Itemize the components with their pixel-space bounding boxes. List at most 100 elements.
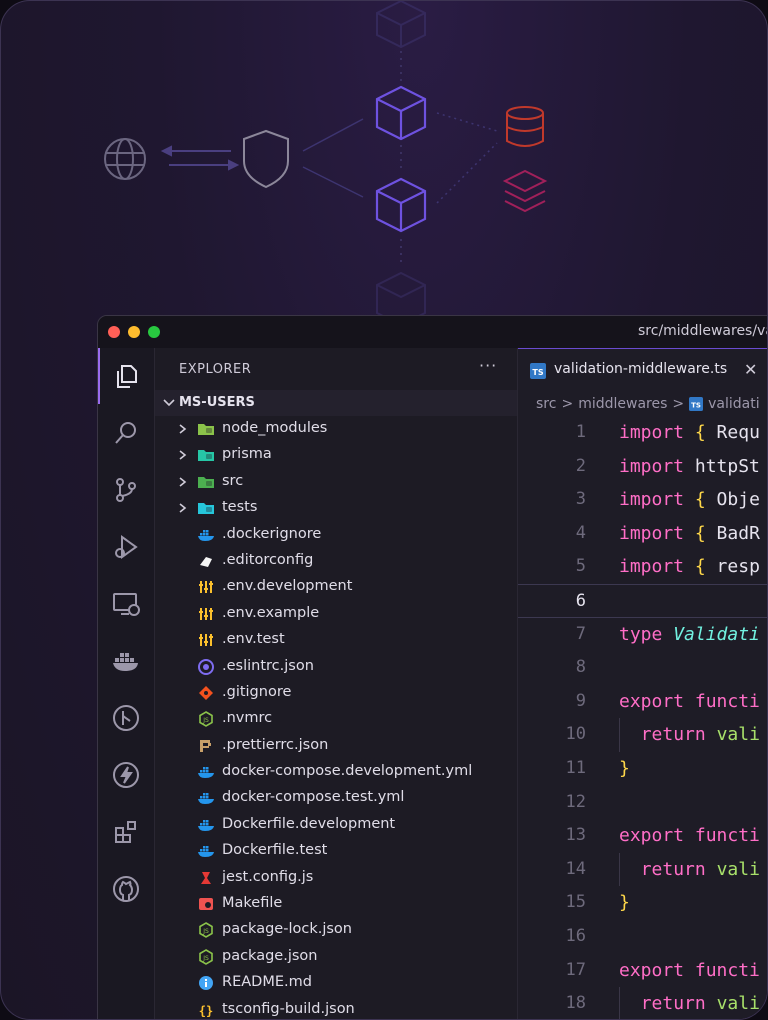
file-item[interactable]: JS package-lock.json: [155, 917, 517, 943]
docker-icon: [197, 789, 215, 807]
line-number: 6: [575, 590, 586, 611]
folder-item[interactable]: prisma: [155, 442, 517, 468]
code-token: export: [619, 690, 685, 712]
thunder-client-icon[interactable]: [98, 747, 154, 803]
code-token: BadR: [705, 522, 760, 544]
code-token: httpSt: [684, 455, 760, 477]
code-line[interactable]: 13 export functi: [518, 819, 767, 853]
jest-icon: [197, 869, 215, 887]
bidirectional-arrows: [160, 145, 240, 171]
nodejs-icon: JS: [197, 710, 215, 728]
file-item[interactable]: docker-compose.test.yml: [155, 785, 517, 811]
file-item[interactable]: .gitignore: [155, 680, 517, 706]
extensions-icon[interactable]: [98, 804, 154, 860]
code-token: }: [619, 757, 630, 779]
node-folder-icon: [197, 420, 215, 438]
code-line[interactable]: 9 export functi: [518, 685, 767, 719]
breadcrumb-middlewares[interactable]: middlewares: [578, 396, 667, 412]
info-icon: [197, 974, 215, 992]
explorer-icon[interactable]: [98, 348, 154, 404]
code-line[interactable]: 3 import { Obje: [518, 483, 767, 517]
file-item[interactable]: .eslintrc.json: [155, 654, 517, 680]
tsconfig-icon: {}: [197, 1001, 215, 1019]
file-item[interactable]: README.md: [155, 970, 517, 996]
search-icon[interactable]: [98, 405, 154, 461]
code-text: export functi: [619, 691, 760, 712]
line-number: 10: [565, 724, 586, 745]
nodejs-icon: JS: [197, 948, 215, 966]
file-item[interactable]: Dockerfile.test: [155, 838, 517, 864]
file-item[interactable]: docker-compose.development.yml: [155, 759, 517, 785]
architecture-diagram: [104, 1, 548, 327]
minimize-window-button[interactable]: [128, 326, 140, 338]
chevron-right-icon: [179, 477, 187, 487]
code-token: vali: [716, 993, 760, 1015]
svg-text:TS: TS: [532, 368, 543, 377]
cube-icon-top: [376, 1, 426, 49]
close-tab-icon[interactable]: ✕: [744, 360, 757, 379]
code-text: import httpSt: [619, 456, 760, 477]
code-line[interactable]: 1 import { Requ: [518, 416, 767, 450]
code-line[interactable]: 6: [518, 583, 767, 618]
editor-area: TS validation-middleware.ts ✕ src > midd…: [518, 348, 767, 1019]
file-item[interactable]: .dockerignore: [155, 522, 517, 548]
docker-icon[interactable]: [98, 633, 154, 689]
chevron-right-icon: [179, 450, 187, 461]
tab-validation-middleware[interactable]: TS validation-middleware.ts ✕: [518, 348, 767, 390]
code-line[interactable]: 14 return vali: [518, 852, 767, 887]
close-window-button[interactable]: [108, 326, 120, 338]
file-item[interactable]: .prettierrc.json: [155, 733, 517, 759]
github-icon[interactable]: [98, 861, 154, 917]
remote-explorer-icon[interactable]: [98, 576, 154, 632]
code-line[interactable]: 10 return vali: [518, 718, 767, 752]
docker-icon: [197, 763, 215, 781]
line-number: 9: [575, 690, 586, 711]
code-line[interactable]: 17 export functi: [518, 954, 767, 988]
file-item[interactable]: .env.example: [155, 601, 517, 627]
git-graph-icon[interactable]: [98, 690, 154, 746]
code-line[interactable]: 16: [518, 920, 767, 954]
code-line[interactable]: 15}: [518, 886, 767, 920]
tests-folder-icon: [197, 499, 215, 517]
more-actions-button[interactable]: ···: [479, 356, 497, 375]
cube-icon-service-2: [375, 177, 427, 233]
code-line[interactable]: 12: [518, 786, 767, 820]
code-line[interactable]: 7 type Validati: [518, 618, 767, 652]
file-item[interactable]: JS .nvmrc: [155, 706, 517, 732]
svg-text:JS: JS: [202, 928, 209, 935]
code-editor[interactable]: 1 import { Requ 2 import httpSt 3 import { Ob…: [518, 416, 767, 1019]
eslint-icon: [197, 658, 215, 676]
code-line[interactable]: 4 import { BadR: [518, 517, 767, 551]
maximize-window-button[interactable]: [148, 326, 160, 338]
file-item[interactable]: .editorconfig: [155, 548, 517, 574]
folder-item[interactable]: tests: [155, 495, 517, 521]
code-line[interactable]: 11}: [518, 752, 767, 786]
explorer-title: EXPLORER: [179, 362, 252, 377]
file-item[interactable]: JS package.json: [155, 944, 517, 970]
code-line[interactable]: 8: [518, 651, 767, 685]
code-token: functi: [694, 825, 760, 847]
breadcrumb-file[interactable]: validati: [708, 396, 760, 412]
file-item[interactable]: Makefile: [155, 891, 517, 917]
file-item[interactable]: .env.development: [155, 574, 517, 600]
breadcrumb-src[interactable]: src: [536, 396, 556, 412]
file-item[interactable]: jest.config.js: [155, 865, 517, 891]
code-line[interactable]: 5 import { resp: [518, 550, 767, 584]
file-item[interactable]: Dockerfile.development: [155, 812, 517, 838]
project-header[interactable]: MS-USERS: [155, 390, 517, 416]
file-name: docker-compose.test.yml: [222, 789, 405, 806]
file-item[interactable]: .env.test: [155, 627, 517, 653]
folder-item[interactable]: src: [155, 469, 517, 495]
file-tree: node_modules prisma src tests .dockerignore.…: [155, 416, 517, 1019]
source-control-icon[interactable]: [98, 462, 154, 518]
code-text: import { BadR: [619, 523, 760, 544]
code-line[interactable]: 18 return vali: [518, 987, 767, 1019]
code-token: import: [619, 455, 685, 477]
line-number: 4: [575, 522, 586, 543]
folder-item[interactable]: node_modules: [155, 416, 517, 442]
code-text: type Validati: [619, 624, 760, 645]
file-item[interactable]: {} tsconfig-build.json: [155, 997, 517, 1019]
code-line[interactable]: 2 import httpSt: [518, 450, 767, 484]
run-debug-icon[interactable]: [98, 519, 154, 575]
